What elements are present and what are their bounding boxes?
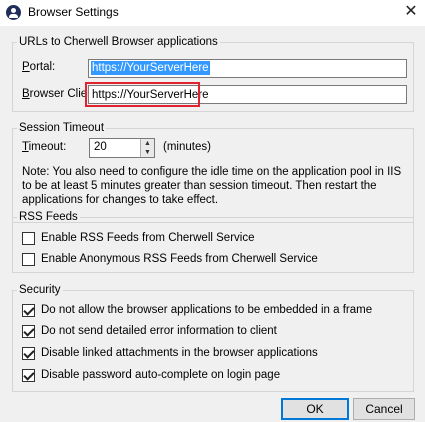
ok-button[interactable]: OK	[281, 398, 349, 420]
security-legend: Security	[19, 284, 61, 296]
rss-feeds-legend: RSS Feeds	[19, 211, 78, 223]
timeout-value: 20	[94, 141, 107, 153]
security-no-error-info-label: Do not send detailed error information t…	[41, 325, 277, 337]
security-no-autocomplete-checkbox[interactable]	[22, 369, 35, 382]
security-no-embed-label: Do not allow the browser applications to…	[41, 304, 373, 316]
cancel-button[interactable]: Cancel	[353, 398, 415, 420]
security-no-embed-checkbox[interactable]	[22, 304, 35, 317]
portal-label: Portal:	[22, 61, 56, 73]
urls-group-legend: URLs to Cherwell Browser applications	[19, 36, 218, 48]
rss-enable-label: Enable RSS Feeds from Cherwell Service	[41, 232, 255, 244]
timeout-label: Timeout:	[22, 141, 67, 153]
title-bar: Browser Settings ✕	[0, 0, 425, 26]
spin-down-button[interactable]: ▼	[140, 148, 154, 157]
security-no-linked-attachments-label: Disable linked attachments in the browse…	[41, 347, 318, 359]
window-title: Browser Settings	[28, 5, 119, 19]
spin-up-button[interactable]: ▲	[140, 139, 154, 148]
close-icon[interactable]: ✕	[400, 2, 422, 22]
timeout-spinner[interactable]: 20 ▲ ▼	[89, 138, 155, 158]
rss-enable-checkbox[interactable]	[22, 232, 35, 245]
session-note: Note: You also need to configure the idl…	[22, 166, 402, 206]
security-no-linked-attachments-checkbox[interactable]	[22, 347, 35, 360]
security-no-error-info-checkbox[interactable]	[22, 325, 35, 338]
portal-field[interactable]	[88, 59, 407, 78]
rss-anonymous-checkbox[interactable]	[22, 253, 35, 266]
rss-anonymous-label: Enable Anonymous RSS Feeds from Cherwell…	[41, 253, 318, 265]
session-timeout-legend: Session Timeout	[19, 122, 105, 134]
browser-client-field[interactable]	[88, 85, 407, 104]
user-icon	[6, 5, 21, 20]
timeout-unit: (minutes)	[163, 141, 211, 153]
dialog-body: URLs to Cherwell Browser applications Po…	[0, 26, 425, 422]
security-no-autocomplete-label: Disable password auto-complete on login …	[41, 369, 281, 381]
